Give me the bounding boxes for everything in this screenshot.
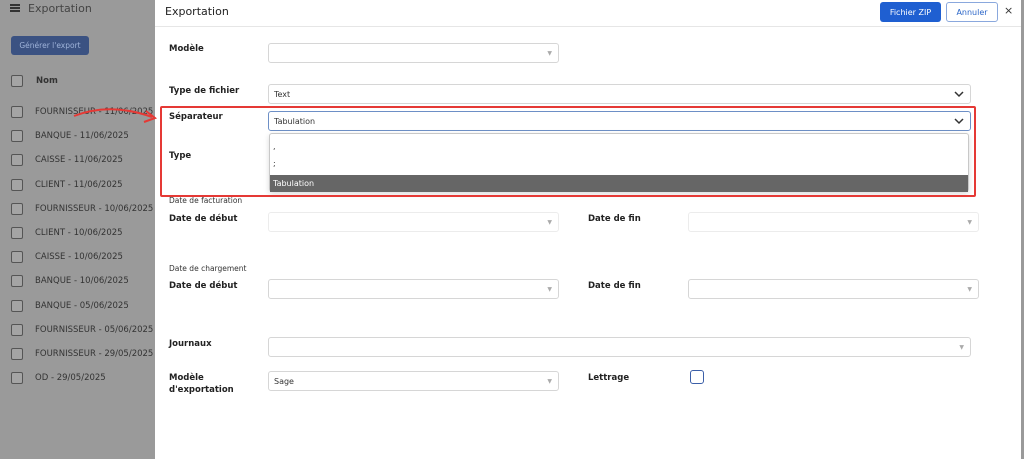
section-date-facturation: Date de facturation	[169, 196, 243, 205]
label-separateur: Séparateur	[169, 112, 223, 122]
export-list: FOURNISSEUR - 11/06/2025 BANQUE - 11/06/…	[11, 103, 153, 393]
chevron-down-icon: ▼	[547, 219, 552, 226]
generate-export-button[interactable]: Générer l'export	[11, 36, 89, 55]
row-checkbox[interactable]	[11, 347, 23, 360]
label-date-fin-chargement: Date de fin	[588, 281, 641, 291]
date-fin-facturation-input[interactable]: ▼	[688, 212, 979, 232]
chevron-down-icon: ▼	[967, 219, 972, 226]
row-checkbox[interactable]	[11, 227, 23, 240]
row-checkbox[interactable]	[11, 154, 23, 167]
label-journaux: Journaux	[169, 339, 212, 349]
row-checkbox[interactable]	[11, 299, 23, 312]
list-item-label: BANQUE - 05/06/2025	[35, 300, 129, 311]
list-item-label: FOURNISSEUR - 29/05/2025	[35, 348, 154, 359]
background-panel: Exportation Générer l'export Nom FOURNIS…	[0, 0, 155, 459]
list-item-label: CAISSE - 11/06/2025	[35, 155, 123, 166]
background-app-title: Exportation	[28, 1, 92, 15]
option-comma[interactable]: ,	[270, 138, 968, 155]
label-modele: Modèle	[169, 44, 204, 54]
row-checkbox[interactable]	[11, 323, 23, 336]
date-debut-facturation-input[interactable]: ▼	[268, 212, 559, 232]
lettrage-checkbox[interactable]	[690, 370, 704, 384]
chevron-down-icon: ▼	[959, 344, 964, 351]
list-item-label: OD - 29/05/2025	[35, 373, 106, 384]
modele-exportation-value: Sage	[274, 376, 294, 386]
row-checkbox[interactable]	[11, 178, 23, 191]
row-checkbox[interactable]	[11, 251, 23, 264]
list-item-label: CLIENT - 11/06/2025	[35, 179, 123, 190]
menu-icon[interactable]	[10, 4, 20, 12]
option-semicolon[interactable]: ;	[270, 155, 968, 172]
label-date-debut-facturation: Date de début	[169, 214, 238, 224]
list-item-label: FOURNISSEUR - 05/06/2025	[35, 324, 154, 335]
separateur-select[interactable]: Tabulation	[268, 111, 971, 131]
list-item-label: BANQUE - 11/06/2025	[35, 131, 129, 142]
label-date-fin-facturation: Date de fin	[588, 214, 641, 224]
chevron-down-icon: ▼	[967, 286, 972, 293]
type-fichier-select[interactable]: Text	[268, 84, 971, 104]
list-item-label: FOURNISSEUR - 10/06/2025	[35, 203, 154, 214]
label-type-fichier: Type de fichier	[169, 86, 240, 96]
modele-select[interactable]: ▼	[268, 43, 559, 63]
list-item-label: CAISSE - 10/06/2025	[35, 252, 123, 263]
list-item[interactable]: OD - 29/05/2025	[11, 363, 153, 393]
label-modele-exportation-2: d'exportation	[169, 385, 234, 395]
separateur-value: Tabulation	[274, 116, 316, 126]
journaux-select[interactable]: ▼	[268, 337, 971, 357]
list-item-label: CLIENT - 10/06/2025	[35, 228, 123, 239]
date-debut-chargement-input[interactable]: ▼	[268, 279, 559, 299]
column-header-name: Nom	[36, 76, 58, 86]
row-checkbox[interactable]	[11, 130, 23, 143]
modele-exportation-select[interactable]: Sage ▼	[268, 371, 559, 391]
zip-file-button[interactable]: Fichier ZIP	[880, 2, 941, 22]
type-fichier-value: Text	[274, 89, 291, 99]
modal-title: Exportation	[165, 5, 229, 18]
chevron-down-icon	[954, 118, 964, 125]
label-type: Type	[169, 151, 192, 161]
close-icon[interactable]: ×	[1004, 4, 1013, 17]
separator-dropdown: , ; Tabulation	[269, 133, 969, 192]
modal-header: Exportation Fichier ZIP Annuler ×	[155, 0, 1021, 27]
chevron-down-icon: ▼	[547, 50, 552, 57]
row-checkbox[interactable]	[11, 106, 23, 119]
export-modal: Exportation Fichier ZIP Annuler × Modèle…	[155, 0, 1021, 459]
label-modele-exportation-1: Modèle	[169, 373, 204, 383]
list-item-label: BANQUE - 10/06/2025	[35, 276, 129, 287]
row-checkbox[interactable]	[11, 202, 23, 215]
date-fin-chargement-input[interactable]: ▼	[688, 279, 979, 299]
annotation-arrow-icon	[73, 108, 158, 123]
label-lettrage: Lettrage	[588, 373, 630, 383]
option-tabulation[interactable]: Tabulation	[270, 175, 968, 192]
select-all-checkbox[interactable]	[11, 75, 23, 87]
chevron-down-icon: ▼	[547, 286, 552, 293]
label-date-debut-chargement: Date de début	[169, 281, 238, 291]
chevron-down-icon: ▼	[547, 378, 552, 385]
section-date-chargement: Date de chargement	[169, 264, 247, 273]
background-header: Exportation	[10, 0, 92, 16]
row-checkbox[interactable]	[11, 372, 23, 385]
cancel-button[interactable]: Annuler	[946, 2, 998, 22]
list-header: Nom	[11, 75, 58, 87]
chevron-down-icon	[954, 91, 964, 98]
row-checkbox[interactable]	[11, 275, 23, 288]
